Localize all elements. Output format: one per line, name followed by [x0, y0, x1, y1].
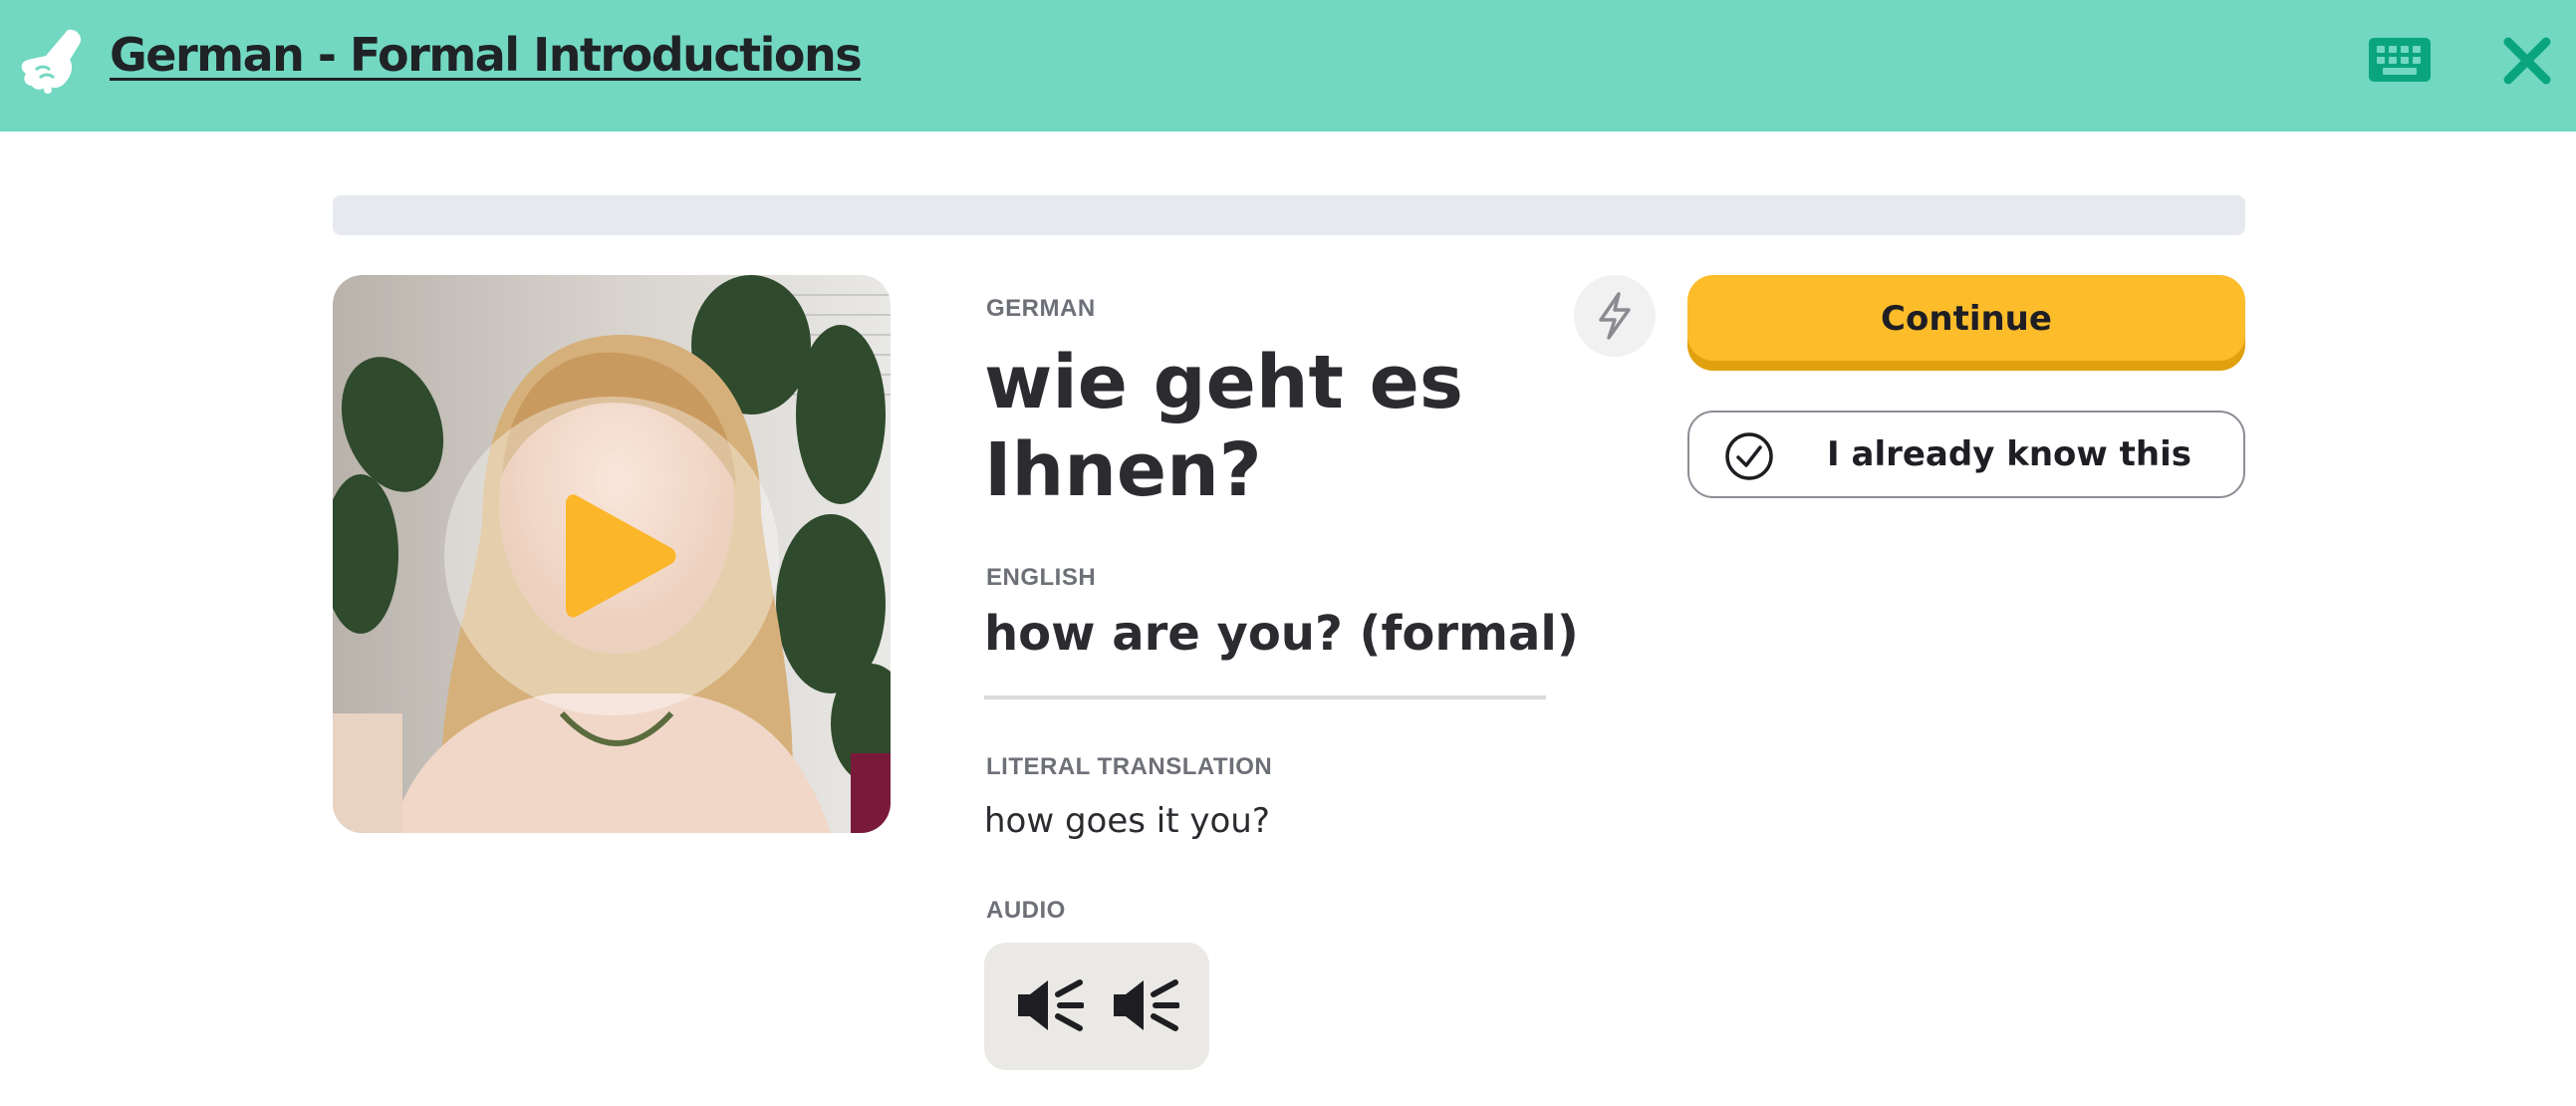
- speaker-icon[interactable]: [1110, 972, 1179, 1038]
- literal-translation-label: LITERAL TRANSLATION: [986, 753, 1273, 780]
- lesson-progress-bar: [333, 195, 2245, 235]
- literal-translation: how goes it you?: [984, 801, 1270, 841]
- german-phrase: wie geht es Ihnen?: [984, 340, 1463, 513]
- lightning-bolt-button[interactable]: [1574, 275, 1656, 357]
- hand-pointing-icon[interactable]: [18, 26, 86, 96]
- lightning-bolt-icon: [1599, 292, 1631, 340]
- close-x-icon[interactable]: [2502, 36, 2552, 86]
- divider: [984, 695, 1546, 699]
- speaker-icon[interactable]: [1014, 972, 1084, 1038]
- english-label: ENGLISH: [986, 564, 1097, 591]
- video-player[interactable]: [333, 275, 891, 833]
- already-know-button[interactable]: I already know this: [1687, 411, 2245, 498]
- keyboard-icon[interactable]: [2369, 38, 2431, 82]
- audio-label: AUDIO: [986, 897, 1066, 924]
- play-icon[interactable]: [564, 488, 679, 624]
- continue-button[interactable]: Continue: [1687, 275, 2245, 371]
- check-circle-icon: [1725, 432, 1773, 480]
- top-bar: German - Formal Introductions: [0, 0, 2576, 132]
- english-translation: how are you? (formal): [984, 606, 1579, 662]
- audio-controls: [984, 943, 1209, 1070]
- german-label: GERMAN: [986, 295, 1096, 322]
- course-title-link[interactable]: German - Formal Introductions: [110, 28, 863, 82]
- already-know-label: I already know this: [1827, 434, 2191, 474]
